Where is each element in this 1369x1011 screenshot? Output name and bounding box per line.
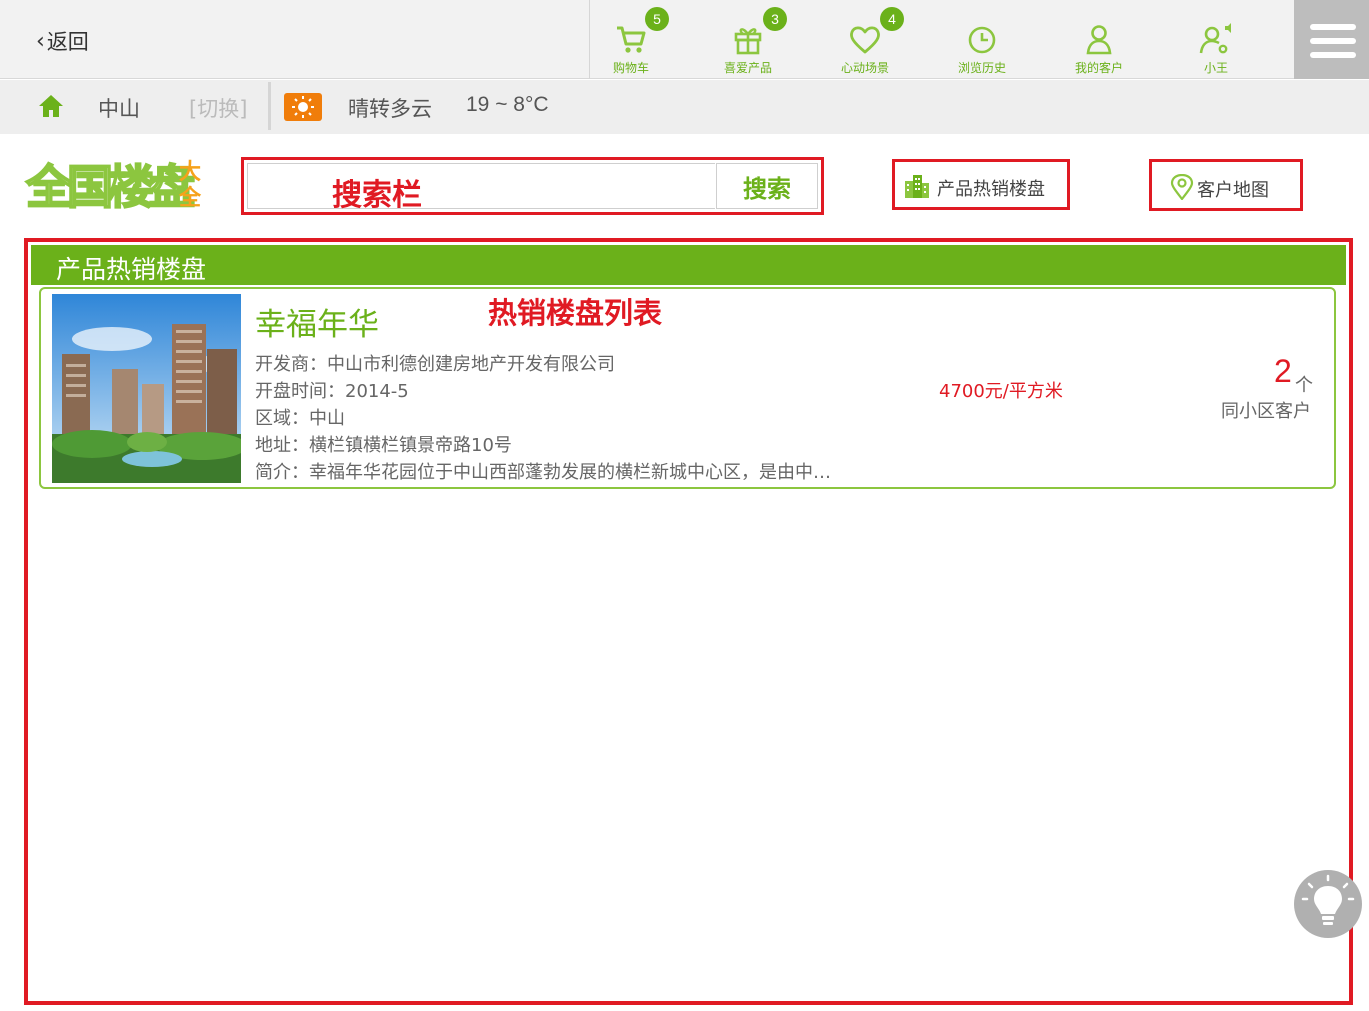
list-header: 产品热销楼盘 <box>31 245 1346 285</box>
tips-button[interactable] <box>1294 870 1362 938</box>
logo-sub-text: 大全 <box>179 160 202 211</box>
nav-scenes-label: 心动场景 <box>840 61 889 75</box>
list-item[interactable]: 幸福年华 开发商：中山市利德创建房地产开发有限公司 开盘时间：2014-5 区域… <box>39 287 1336 489</box>
map-pin-icon <box>1170 174 1194 200</box>
property-region: 区域：中山 <box>255 408 345 429</box>
property-name: 幸福年华 <box>255 307 379 343</box>
property-intro: 简介：幸福年华花园位于中山西部蓬勃发展的横栏新城中心区，是由中… <box>255 462 831 483</box>
search-bar: 搜索栏 搜索 <box>241 157 824 215</box>
customer-map-label: 客户地图 <box>1197 180 1269 201</box>
hamburger-menu-icon <box>1310 24 1356 30</box>
list-title: 产品热销楼盘 <box>56 255 207 284</box>
top-bar: ‹ 返回 5 购物车 3 喜爱产品 4 心动场景 浏览历史 我的客户 小王 <box>0 0 1369 79</box>
user-icon <box>1086 25 1112 55</box>
switch-city-link[interactable]: [切换] <box>189 93 247 123</box>
site-logo[interactable]: 全国楼盘 大全 <box>25 158 206 216</box>
search-input[interactable] <box>247 163 715 209</box>
home-icon <box>39 95 63 117</box>
nav-customers-label: 我的客户 <box>1074 61 1123 75</box>
nav-history-label: 浏览历史 <box>957 61 1006 75</box>
nav-customers[interactable]: 我的客户 <box>1044 0 1154 79</box>
temperature: 19 ~ 8°C <box>466 93 549 116</box>
customer-count-unit: 个 <box>1295 375 1313 396</box>
back-button[interactable]: ‹ 返回 <box>36 26 89 56</box>
property-photo <box>52 294 241 483</box>
user-settings-icon <box>1199 23 1231 54</box>
city-name: 中山 <box>98 97 140 121</box>
weather-description: 晴转多云 <box>348 97 432 121</box>
property-developer: 开发商：中山市利德创建房地产开发有限公司 <box>255 354 615 375</box>
nav-cart[interactable]: 5 购物车 <box>576 0 686 79</box>
nav-favorites-label: 喜爱产品 <box>723 61 772 75</box>
lightbulb-icon <box>1301 874 1355 925</box>
gift-icon <box>734 28 762 55</box>
buildings-icon <box>905 175 929 198</box>
nav-profile-label: 小王 <box>1203 61 1228 75</box>
cart-icon <box>617 26 646 53</box>
hot-properties-label: 产品热销楼盘 <box>937 179 1045 200</box>
logo-main-text: 全国楼盘 <box>25 159 196 215</box>
hamburger-menu-button[interactable] <box>1294 0 1369 79</box>
customer-count: 2 <box>1274 353 1292 389</box>
list-annotation: 热销楼盘列表 <box>488 296 663 330</box>
divider <box>268 82 271 130</box>
property-price: 4700元/平方米 <box>939 381 1063 402</box>
sun-icon <box>284 93 322 121</box>
nav-scenes[interactable]: 4 心动场景 <box>810 0 920 79</box>
search-button[interactable]: 搜索 <box>716 163 818 209</box>
nav-profile[interactable]: 小王 <box>1161 0 1271 79</box>
hot-properties-button[interactable]: 产品热销楼盘 <box>892 159 1070 210</box>
location-bar: 中山 [切换] 晴转多云 19 ~ 8°C <box>0 80 1369 134</box>
clock-icon <box>968 26 996 54</box>
scenes-badge: 4 <box>880 7 904 31</box>
chevron-left-icon: ‹ <box>36 28 45 54</box>
heart-icon <box>850 26 880 54</box>
hot-properties-list: 产品热销楼盘 幸福年华 开发商：中山市利德创建房地产开发有限公司 开盘时间：20… <box>24 238 1353 1005</box>
nav-history[interactable]: 浏览历史 <box>927 0 1037 79</box>
hamburger-menu-icon <box>1310 52 1356 58</box>
cart-badge: 5 <box>645 7 669 31</box>
customer-map-button[interactable]: 客户地图 <box>1149 159 1303 211</box>
property-open-date: 开盘时间：2014-5 <box>255 381 409 402</box>
nav-favorites[interactable]: 3 喜爱产品 <box>693 0 803 79</box>
property-address: 地址：横栏镇横栏镇景帝路10号 <box>255 435 512 456</box>
nav-cart-label: 购物车 <box>612 61 649 75</box>
favorites-badge: 3 <box>763 7 787 31</box>
customer-count-label: 同小区客户 <box>1221 401 1311 422</box>
back-label: 返回 <box>46 30 89 54</box>
hamburger-menu-icon <box>1310 38 1356 44</box>
